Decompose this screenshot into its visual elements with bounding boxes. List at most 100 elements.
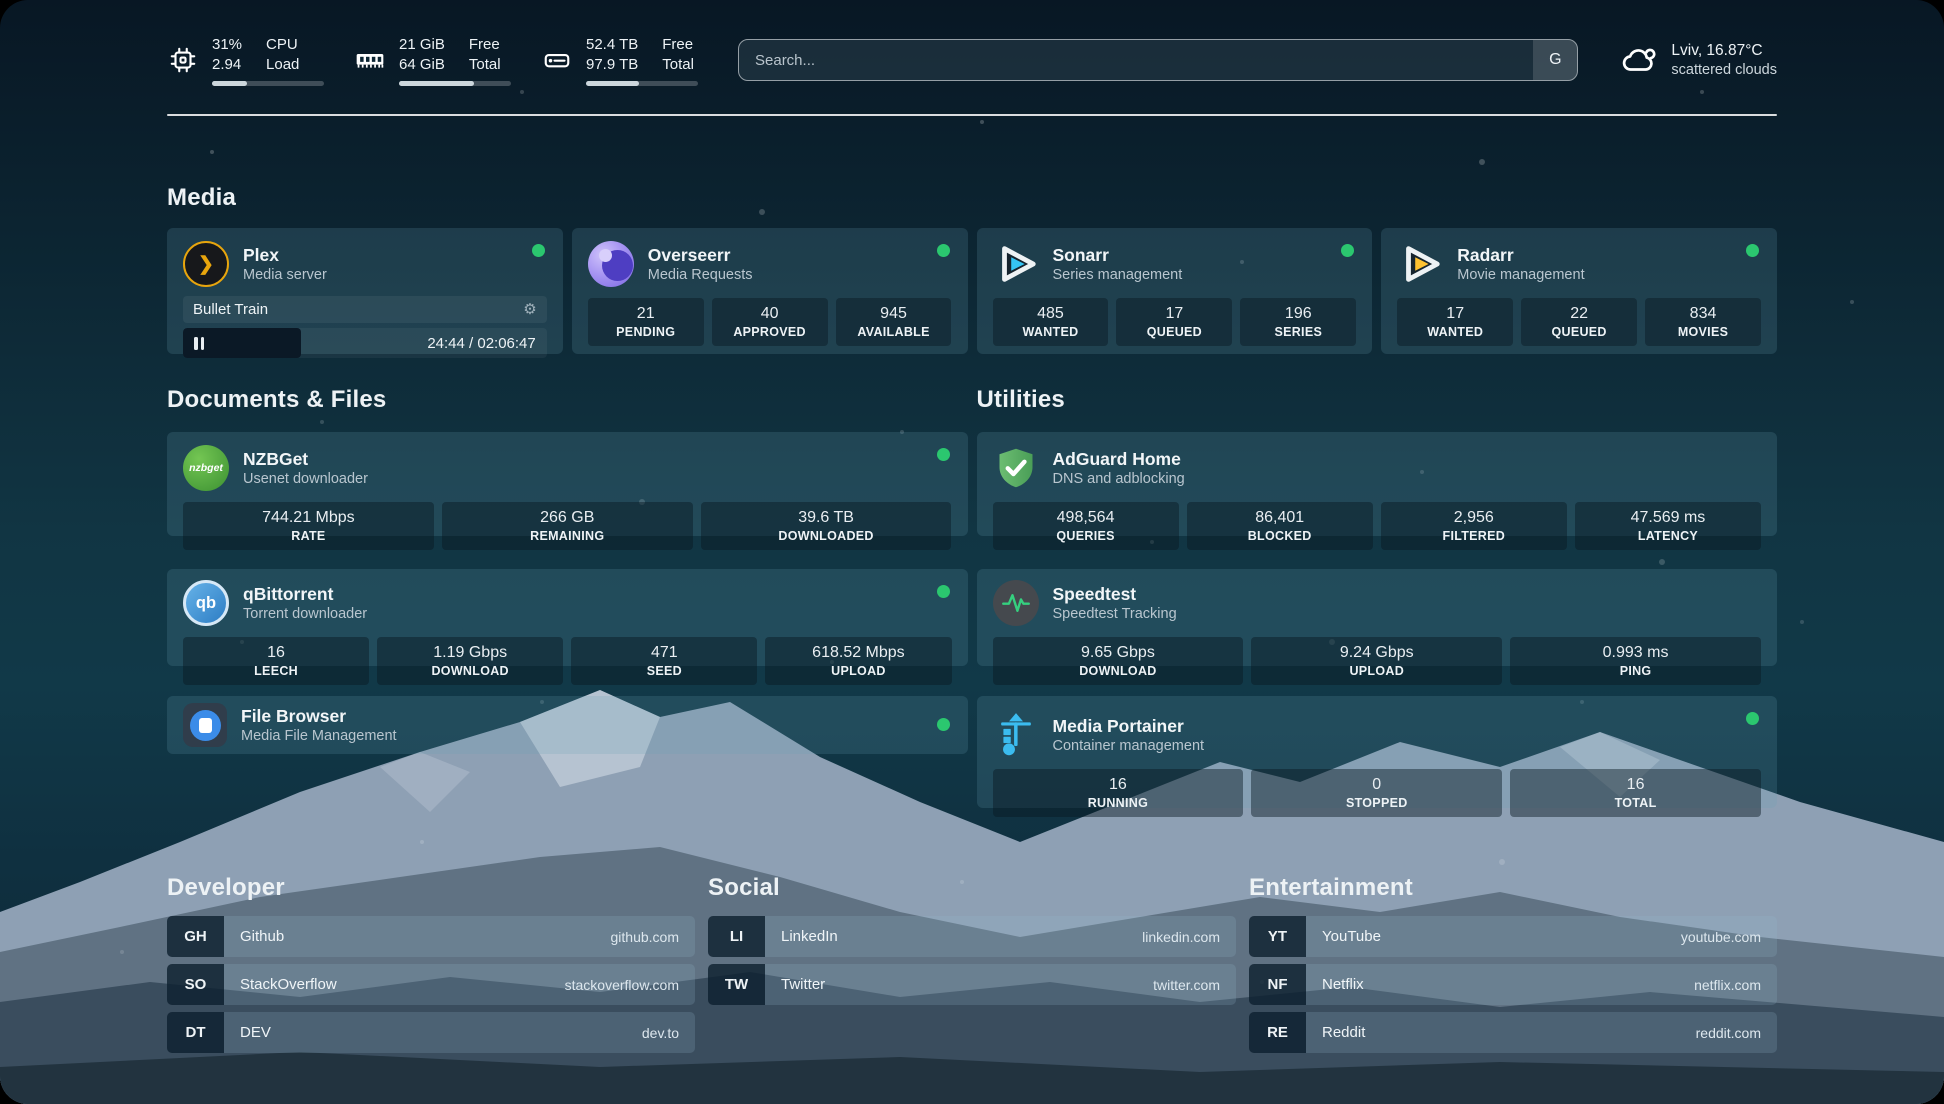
stat-tile: 196 SERIES [1240,298,1356,346]
bookmark-stackoverflow[interactable]: SO StackOverflow stackoverflow.com [167,964,695,1005]
overseerr-icon [588,241,634,287]
media-card-row: ❯ Plex Media server Bullet Train ⚙ [167,228,1777,354]
radarr-description: Movie management [1457,266,1584,285]
stat-tile: 2,956 FILTERED [1381,502,1567,550]
qbittorrent-description: Torrent downloader [243,605,367,624]
bookmark-tag: GH [167,916,224,957]
speedtest-icon [993,580,1039,626]
disk-progress-bar [586,81,698,86]
app-card-overseerr[interactable]: Overseerr Media Requests 21 PENDING 40 A… [572,228,968,354]
bookmark-tag: RE [1249,1012,1306,1053]
ram-progress-bar [399,81,511,86]
pause-icon[interactable] [194,337,198,350]
stat-tile: 40 APPROVED [712,298,828,346]
bookmark-tag: NF [1249,964,1306,1005]
sonarr-icon [993,241,1039,287]
speedtest-name: Speedtest [1053,583,1177,605]
portainer-name: Media Portainer [1053,715,1205,737]
social-section: Social LI LinkedIn linkedin.com TW Twitt… [708,874,1236,1060]
filebrowser-status-dot [937,718,950,731]
disk-total-value: 97.9 TB [586,55,638,75]
section-title-documents: Documents & Files [167,386,968,414]
plex-name: Plex [243,244,327,266]
section-title-utilities: Utilities [977,386,1778,414]
app-card-filebrowser[interactable]: File Browser Media File Management [167,696,968,754]
weather-condition: scattered clouds [1671,61,1777,80]
portainer-status-dot [1746,712,1759,725]
stat-tile: 0.993 ms PING [1510,637,1761,685]
plex-icon: ❯ [183,241,229,287]
app-card-portainer[interactable]: Media Portainer Container management 16 … [977,696,1778,808]
app-card-radarr[interactable]: Radarr Movie management 17 WANTED 22 QUE… [1381,228,1777,354]
portainer-icon [993,712,1039,758]
stat-tile: 16 RUNNING [993,769,1244,817]
adguard-icon [993,445,1039,491]
stat-tile: 16 LEECH [183,637,369,685]
entertainment-section: Entertainment YT YouTube youtube.com NF … [1249,874,1777,1060]
nzbget-icon: nzbget [183,445,229,491]
plex-now-playing: Bullet Train ⚙ 24:44 / 02:06:47 [183,296,547,358]
app-card-speedtest[interactable]: Speedtest Speedtest Tracking 9.65 Gbps D… [977,569,1778,666]
bookmark-twitter[interactable]: TW Twitter twitter.com [708,964,1236,1005]
gear-icon[interactable]: ⚙ [523,302,536,317]
utilities-column: AdGuard Home DNS and adblocking 498,564 … [977,432,1778,808]
qbittorrent-icon: qb [183,580,229,626]
radarr-icon [1397,241,1443,287]
cloud-icon [1620,41,1658,79]
portainer-description: Container management [1053,737,1205,756]
bookmark-tag: YT [1249,916,1306,957]
search-bar: G [738,39,1578,81]
section-title-entertainment: Entertainment [1249,874,1777,902]
stat-tile: 17 QUEUED [1116,298,1232,346]
nzbget-name: NZBGet [243,448,368,470]
stat-tile: 744.21 Mbps RATE [183,502,434,550]
app-card-plex[interactable]: ❯ Plex Media server Bullet Train ⚙ [167,228,563,354]
adguard-name: AdGuard Home [1053,448,1185,470]
cpu-usage-label: CPU [266,35,299,55]
stat-tile: 21 PENDING [588,298,704,346]
stat-tile: 945 AVAILABLE [836,298,952,346]
ram-total-value: 64 GiB [399,55,445,75]
qbittorrent-status-dot [937,585,950,598]
search-input[interactable] [738,39,1578,81]
sonarr-description: Series management [1053,266,1183,285]
radarr-status-dot [1746,244,1759,257]
speedtest-description: Speedtest Tracking [1053,605,1177,624]
app-card-sonarr[interactable]: Sonarr Series management 485 WANTED 17 Q… [977,228,1373,354]
plex-media-title: Bullet Train [193,301,268,318]
stat-tile: 47.569 ms LATENCY [1575,502,1761,550]
stat-tile: 86,401 BLOCKED [1187,502,1373,550]
sonarr-name: Sonarr [1053,244,1183,266]
documents-column: nzbget NZBGet Usenet downloader 744.21 M… [167,432,968,754]
cpu-icon [167,44,199,76]
disk-free-value: 52.4 TB [586,35,638,55]
search-engine-button[interactable]: G [1533,40,1577,80]
bookmark-reddit[interactable]: RE Reddit reddit.com [1249,1012,1777,1053]
app-card-qbittorrent[interactable]: qb qBittorrent Torrent downloader 16 LEE… [167,569,968,666]
bookmark-youtube[interactable]: YT YouTube youtube.com [1249,916,1777,957]
stat-tile: 22 QUEUED [1521,298,1637,346]
stat-tile: 9.65 Gbps DOWNLOAD [993,637,1244,685]
section-title-developer: Developer [167,874,695,902]
bookmark-github[interactable]: GH Github github.com [167,916,695,957]
bookmark-linkedin[interactable]: LI LinkedIn linkedin.com [708,916,1236,957]
bookmark-tag: LI [708,916,765,957]
stat-tile: 485 WANTED [993,298,1109,346]
disk-stat: 52.4 TB 97.9 TB Free Total [541,35,698,86]
bookmark-dev[interactable]: DT DEV dev.to [167,1012,695,1053]
qbittorrent-name: qBittorrent [243,583,367,605]
app-card-adguard[interactable]: AdGuard Home DNS and adblocking 498,564 … [977,432,1778,536]
bookmark-tag: DT [167,1012,224,1053]
stat-tile: 834 MOVIES [1645,298,1761,346]
overseerr-name: Overseerr [648,244,753,266]
app-card-nzbget[interactable]: nzbget NZBGet Usenet downloader 744.21 M… [167,432,968,536]
ram-total-label: Total [469,55,501,75]
overseerr-status-dot [937,244,950,257]
plex-progress-row[interactable]: 24:44 / 02:06:47 [183,328,547,358]
disk-total-label: Total [662,55,694,75]
overseerr-description: Media Requests [648,266,753,285]
bookmark-netflix[interactable]: NF Netflix netflix.com [1249,964,1777,1005]
cpu-usage-value: 31% [212,35,242,55]
stat-tile: 1.19 Gbps DOWNLOAD [377,637,563,685]
plex-playback-time: 24:44 / 02:06:47 [427,335,546,352]
